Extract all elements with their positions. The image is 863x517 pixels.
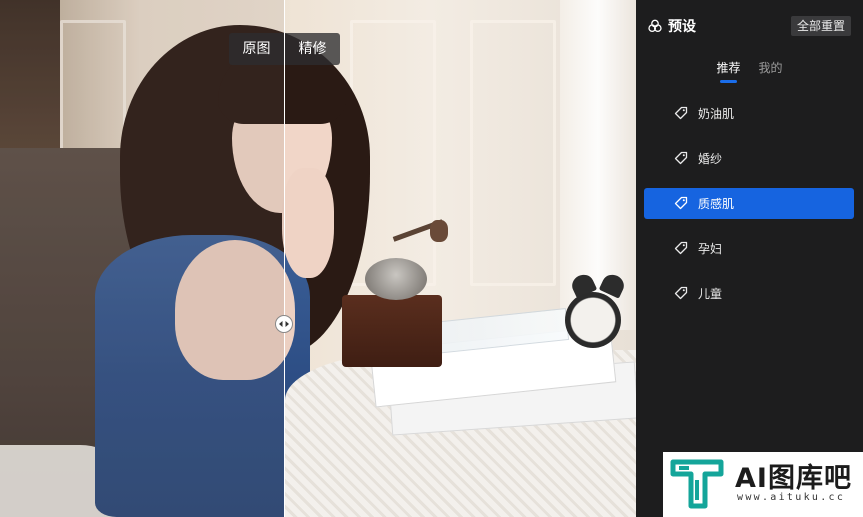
preset-item[interactable]: 儿童: [644, 278, 854, 309]
preset-item[interactable]: 孕妇: [644, 233, 854, 264]
preset-item[interactable]: 婚纱: [644, 143, 854, 174]
panel-header: 预设 全部重置: [648, 14, 851, 38]
tag-icon: [674, 241, 688, 255]
preset-item[interactable]: 奶油肌: [644, 98, 854, 129]
photo-canvas[interactable]: 原图 精修: [0, 0, 636, 517]
compare-divider[interactable]: [284, 0, 285, 517]
watermark-brand: AI图库吧: [735, 463, 852, 494]
presets-icon: [648, 19, 662, 33]
tab-mine[interactable]: 我的: [759, 59, 783, 83]
preset-list: 奶油肌 婚纱 质感肌 孕妇 儿童: [644, 98, 854, 323]
preset-tabs: 推荐 我的: [636, 59, 863, 83]
photo-background: [365, 258, 427, 300]
photo-background: [342, 295, 442, 367]
after-label: 精修: [285, 33, 340, 65]
watermark-logo-icon: [670, 459, 724, 509]
before-region: [0, 0, 285, 517]
photo-background: [565, 292, 621, 348]
preset-item-selected[interactable]: 质感肌: [644, 188, 854, 219]
photo-background: [430, 220, 448, 242]
watermark-url: www.aituku.cc: [737, 492, 846, 503]
tag-icon: [674, 106, 688, 120]
compare-slider-handle[interactable]: [275, 315, 293, 333]
preset-label: 孕妇: [698, 242, 723, 256]
preset-label: 奶油肌: [698, 107, 735, 121]
photo-background: [470, 20, 556, 286]
preset-label: 质感肌: [698, 197, 735, 211]
before-label: 原图: [229, 33, 284, 65]
compare-labels: 原图 精修: [229, 33, 340, 65]
photo-editor: 原图 精修 预设 全部重置 推荐 我的 奶油肌 婚纱 质感肌 孕妇 儿童 AI图…: [0, 0, 863, 517]
left-right-arrows-icon: [279, 321, 289, 327]
photo-background: [560, 0, 636, 330]
preset-label: 婚纱: [698, 152, 723, 166]
photo-subject: [282, 168, 334, 278]
tab-recommended[interactable]: 推荐: [716, 59, 741, 83]
presets-panel: 预设 全部重置 推荐 我的 奶油肌 婚纱 质感肌 孕妇 儿童: [636, 0, 863, 517]
panel-title: 预设: [668, 19, 696, 35]
preset-label: 儿童: [698, 287, 723, 301]
reset-all-button[interactable]: 全部重置: [790, 16, 851, 36]
tag-icon: [674, 196, 688, 210]
tag-icon: [674, 286, 688, 300]
watermark: AI图库吧 www.aituku.cc: [663, 452, 863, 517]
tag-icon: [674, 151, 688, 165]
